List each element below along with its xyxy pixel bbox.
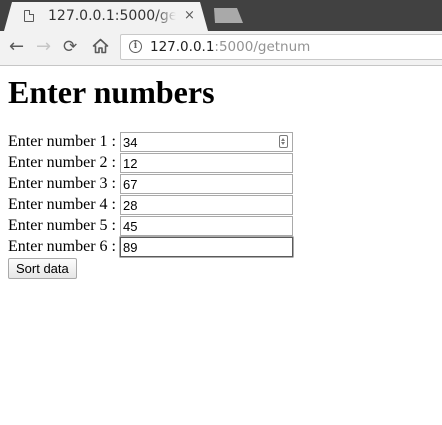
number-1-label: Enter number 1 : (8, 133, 116, 150)
address-bar[interactable]: i 127.0.0.1:5000/getnum (120, 34, 442, 60)
url-text[interactable]: 127.0.0.1:5000/getnum (150, 39, 310, 55)
page-title: Enter numbers (8, 74, 215, 110)
spinner-icon[interactable] (279, 135, 288, 148)
url-host: 127.0.0.1 (150, 39, 215, 55)
back-icon[interactable]: ← (9, 36, 24, 58)
url-path: :5000/getnum (214, 39, 311, 55)
number-2-label: Enter number 2 : (8, 154, 116, 171)
browser-toolbar: ← → ⟳ i 127.0.0.1:5000/getnum (0, 31, 442, 66)
number-3-input[interactable] (120, 174, 293, 194)
browser-tab[interactable]: 127.0.0.1:5000/getnum × (4, 2, 208, 31)
number-4-label: Enter number 4 : (8, 196, 116, 213)
sort-data-button[interactable]: Sort data (8, 258, 77, 279)
number-3-label: Enter number 3 : (8, 175, 116, 192)
new-tab-button[interactable] (214, 8, 243, 23)
tab-title: 127.0.0.1:5000/getnum (48, 8, 176, 24)
number-1-input[interactable] (120, 132, 293, 152)
number-6-label: Enter number 6 : (8, 238, 116, 255)
forward-icon[interactable]: → (36, 36, 51, 58)
home-icon[interactable] (92, 38, 109, 60)
tab-strip: 127.0.0.1:5000/getnum × (0, 0, 442, 31)
number-4-input[interactable] (120, 195, 293, 215)
info-icon[interactable]: i (129, 40, 142, 53)
close-tab-icon[interactable]: × (184, 8, 195, 23)
number-2-input[interactable] (120, 153, 293, 173)
number-6-input[interactable] (120, 237, 293, 257)
number-5-input[interactable] (120, 216, 293, 236)
number-5-label: Enter number 5 : (8, 217, 116, 234)
page-icon (24, 10, 34, 22)
reload-icon[interactable]: ⟳ (63, 36, 77, 58)
